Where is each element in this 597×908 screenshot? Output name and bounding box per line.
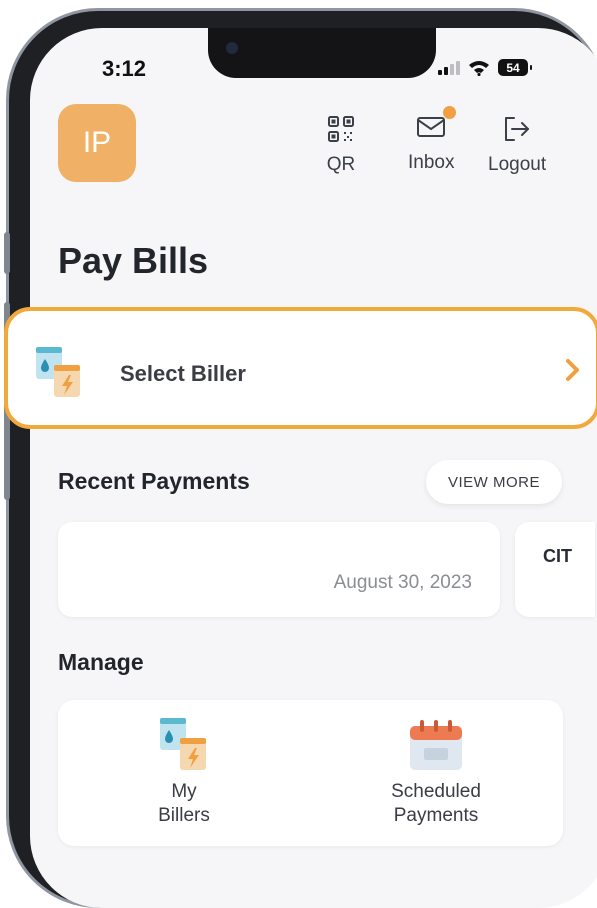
logout-label: Logout xyxy=(488,154,547,175)
battery-icon: 54 xyxy=(498,59,532,76)
scheduled-payments-label-line2: Payments xyxy=(393,805,479,826)
biller-icon xyxy=(160,718,206,770)
page-title: Pay Bills xyxy=(58,240,209,281)
status-icons: 54 xyxy=(438,59,532,76)
qr-button[interactable]: QR xyxy=(326,112,356,176)
scheduled-payments-button[interactable]: Scheduled Payments xyxy=(356,716,516,828)
qr-code-icon xyxy=(328,116,354,142)
my-billers-label-line2: Billers xyxy=(158,805,210,826)
signal-icon xyxy=(438,60,460,75)
recent-payment-card[interactable]: CIT xyxy=(515,522,595,617)
wifi-icon xyxy=(469,60,489,76)
chevron-right-icon xyxy=(564,357,582,388)
calendar-icon xyxy=(410,720,462,770)
payment-date: August 30, 2023 xyxy=(333,572,472,593)
status-time: 3:12 xyxy=(102,56,147,81)
biller-icon xyxy=(32,345,86,406)
camera-icon xyxy=(226,42,238,54)
my-billers-label-line1: My xyxy=(171,781,197,802)
phone-side-button xyxy=(4,232,10,274)
inbox-label: Inbox xyxy=(408,152,455,173)
inbox-button[interactable]: Inbox xyxy=(408,106,457,174)
select-biller-label: Select Biller xyxy=(120,361,246,386)
notification-dot xyxy=(443,106,457,119)
recent-payment-card[interactable]: August 30, 2023 xyxy=(58,522,500,617)
recent-payments-title: Recent Payments xyxy=(58,468,250,494)
logout-button[interactable]: Logout xyxy=(488,112,546,176)
manage-card: My Billers Scheduled Payments xyxy=(58,700,563,846)
scheduled-payments-label-line1: Scheduled xyxy=(391,781,481,802)
qr-label: QR xyxy=(326,154,356,175)
payment-biller-name: CIT xyxy=(543,546,572,566)
select-biller-button[interactable]: Select Biller xyxy=(4,307,597,429)
mail-icon xyxy=(417,117,446,137)
logout-icon xyxy=(505,117,530,141)
manage-title: Manage xyxy=(58,649,144,675)
avatar[interactable]: IP xyxy=(58,104,136,182)
view-more-button[interactable]: VIEW MORE xyxy=(426,460,562,504)
notch xyxy=(208,28,436,78)
my-billers-button[interactable]: My Billers xyxy=(104,716,264,828)
